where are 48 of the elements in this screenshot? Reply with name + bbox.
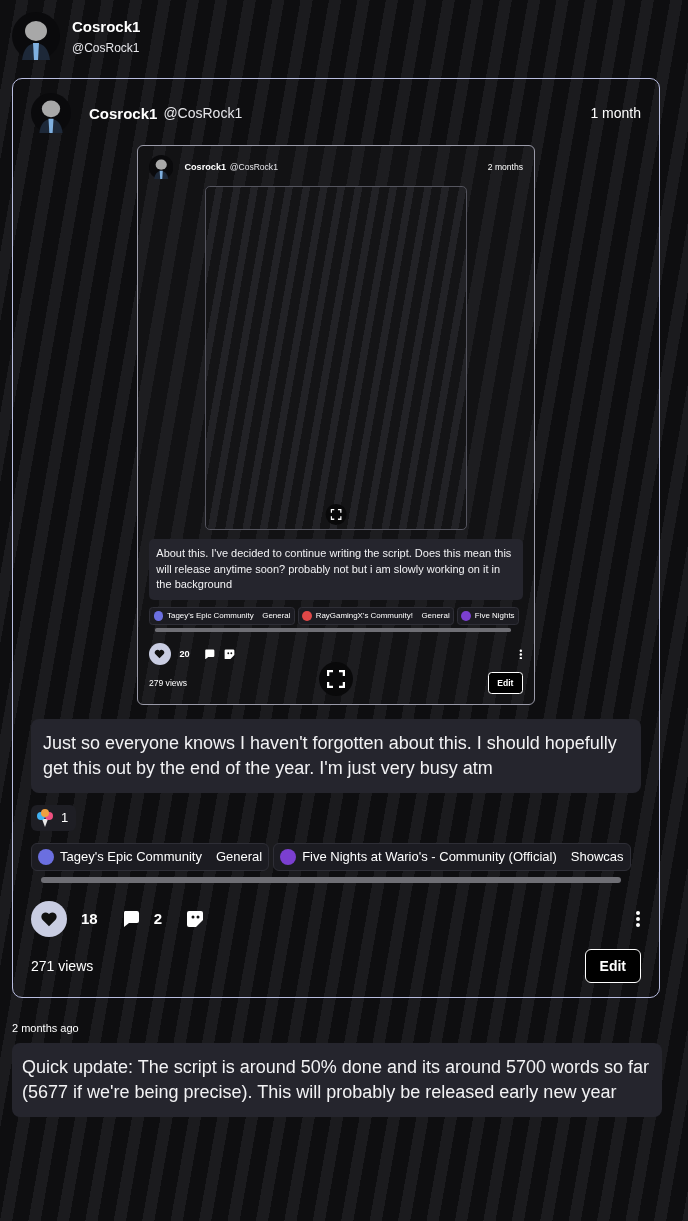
edit-button[interactable]: Edit [487,672,523,695]
update-time: 2 months ago [12,1021,80,1034]
more-button[interactable] [635,909,641,928]
share-button[interactable] [186,909,205,928]
heart-icon [40,910,58,927]
heart-icon [154,649,166,659]
channel-name: Showcas [570,849,624,865]
community-tag[interactable]: Five Nights at Wario's - Community (Official) Showcas [273,842,631,871]
author-handle: @CosRock1 [229,161,278,172]
post-time: 2 months [487,161,523,172]
reaction-pill[interactable]: 1 [31,804,77,831]
comment-count: 2 [153,910,163,928]
author-handle: @CosRock1 [163,105,243,121]
edit-button[interactable]: Edit [584,948,641,983]
comment-button[interactable] [204,648,216,660]
like-button[interactable] [31,900,67,937]
like-count: 18 [81,910,98,928]
profile-name: Cosrock1 [72,17,141,35]
comment-button[interactable] [121,909,140,928]
like-button[interactable] [149,643,171,665]
fullscreen-icon [327,669,345,688]
post-text: About this. I've decided to continue writing the script. Does this mean this will release anytime soon? probably not but i am slowly working on it in the background [156,546,513,592]
speech-bubble-icon [204,648,216,660]
post-time: 1 month [590,105,641,121]
channel-name: General [215,849,263,865]
speech-bubble-icon [121,909,140,928]
post-text: Just so everyone knows I haven't forgotten about this. I should hopefully get this out by the end of the year. I'm just very busy atm [43,731,618,780]
community-name: Tagey's Epic Community [60,849,202,865]
expand-button[interactable] [325,503,347,525]
community-tag[interactable]: Tagey's Epic Community General [31,842,270,871]
share-button[interactable] [223,648,235,660]
expand-button[interactable] [319,661,353,696]
fullscreen-icon [330,508,342,520]
avatar-icon [149,154,174,179]
sticker-icon [223,648,235,660]
author-name: Cosrock1 [184,161,227,172]
sticker-icon [186,909,205,928]
more-icon [519,648,523,660]
view-count: 279 views [149,678,187,689]
profile-handle: @CosRock1 [72,40,141,55]
author-name: Cosrock1 [89,104,158,122]
update-text: Quick update: The script is around 50% done and its around 5700 words so far (5677 if we're being precise). This will probably be released early new year [22,1055,651,1104]
community-name: Five Nights at Wario's - Community (Official) [302,849,557,865]
ice-cream-icon [35,807,55,828]
like-count: 20 [179,649,190,659]
more-button[interactable] [519,648,523,660]
view-count: 271 views [31,957,94,974]
more-icon [635,909,641,928]
